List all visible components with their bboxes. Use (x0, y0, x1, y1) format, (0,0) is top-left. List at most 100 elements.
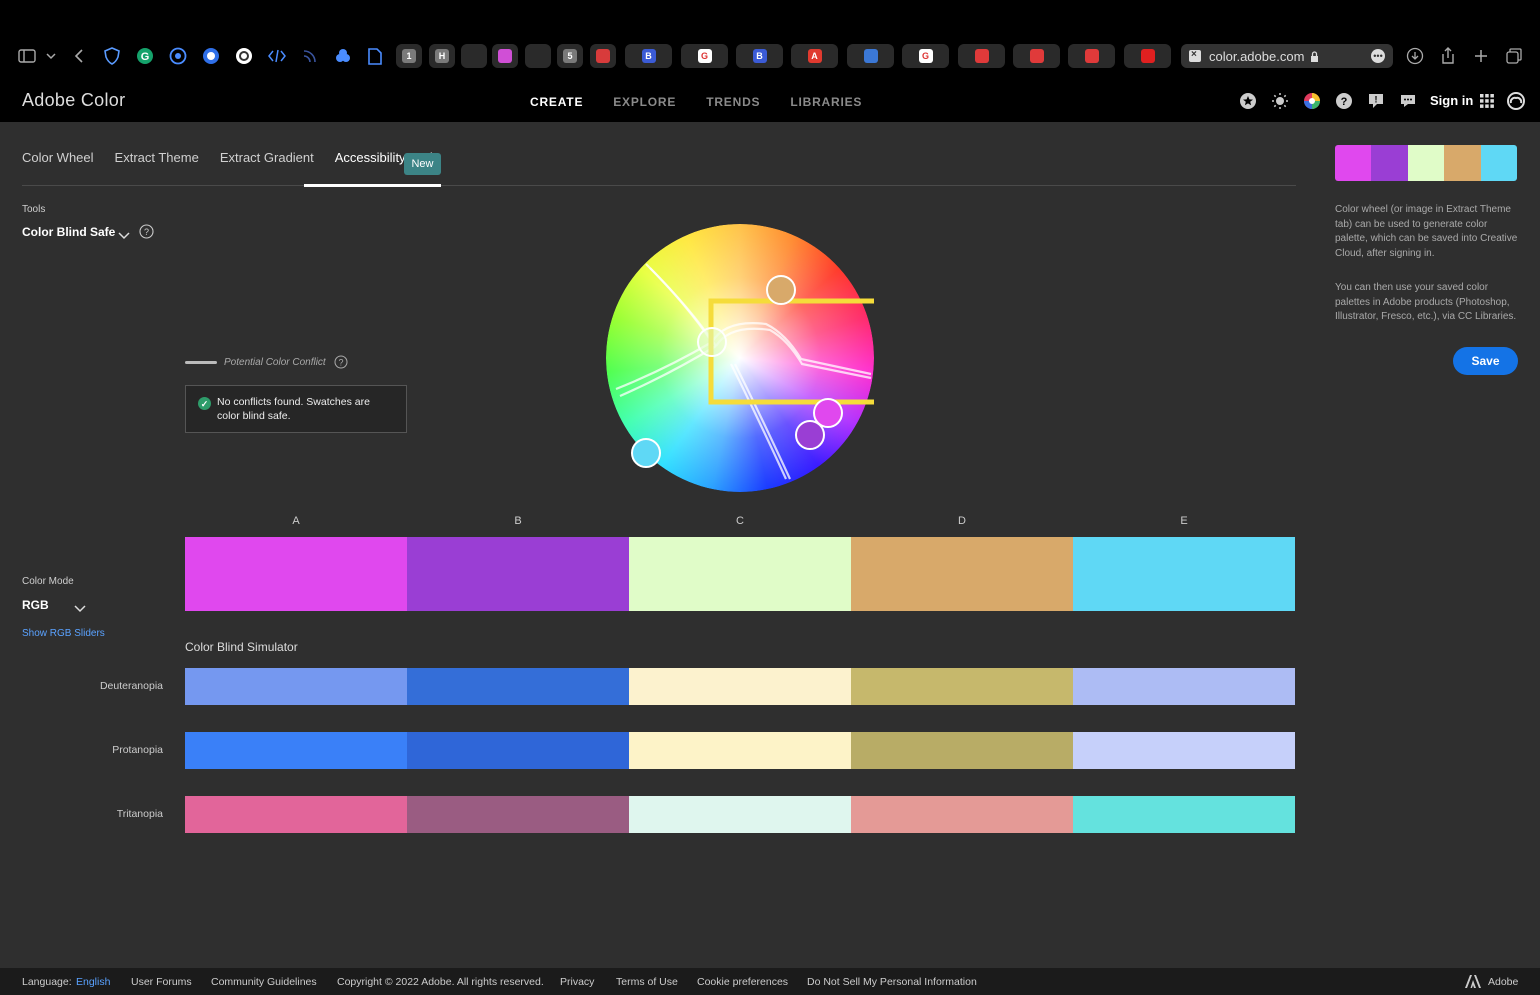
footer-link-community-guidelines[interactable]: Community Guidelines (211, 976, 317, 988)
swatch-e[interactable] (1073, 537, 1295, 611)
theme-preview[interactable] (1335, 145, 1517, 181)
browser-tab[interactable]: B (736, 44, 783, 68)
brightness-icon[interactable] (1270, 91, 1290, 111)
color-handle-b[interactable] (795, 420, 825, 450)
sim-swatch-c[interactable] (629, 668, 851, 705)
sim-swatch-c[interactable] (629, 796, 851, 833)
sim-swatch-d[interactable] (851, 668, 1073, 705)
browser-tab[interactable] (1013, 44, 1060, 68)
color-wheel-graphic[interactable] (606, 224, 886, 492)
extension-icon[interactable] (200, 45, 222, 67)
grammarly-icon[interactable]: G (134, 45, 156, 67)
color-mode-select[interactable]: RGB (22, 598, 49, 612)
tab-favicon-icon: 1 (402, 49, 416, 63)
feedback-icon[interactable]: ! (1366, 91, 1386, 111)
sim-swatch-b[interactable] (407, 796, 629, 833)
footer-link-terms[interactable]: Terms of Use (616, 976, 678, 988)
sim-swatch-a[interactable] (185, 732, 407, 769)
browser-tab[interactable] (847, 44, 894, 68)
chevron-down-icon[interactable] (118, 227, 130, 245)
footer-link-privacy[interactable]: Privacy (560, 976, 594, 988)
swatch-d[interactable] (851, 537, 1073, 611)
sim-swatch-d[interactable] (851, 796, 1073, 833)
star-icon[interactable] (1238, 91, 1258, 111)
color-wheel-icon[interactable] (1302, 91, 1322, 111)
browser-tab[interactable]: H (429, 44, 455, 68)
footer-link-do-not-sell[interactable]: Do Not Sell My Personal Information (807, 976, 977, 988)
tab-overview-icon[interactable] (1503, 45, 1525, 67)
sidebar-toggle-icon[interactable] (16, 45, 38, 67)
browser-tab[interactable] (461, 44, 487, 68)
swatch-b[interactable] (407, 537, 629, 611)
sim-swatch-e[interactable] (1073, 668, 1295, 705)
sim-swatch-b[interactable] (407, 668, 629, 705)
more-icon[interactable]: ••• (1371, 49, 1385, 63)
language-link[interactable]: English (76, 976, 110, 988)
nav-libraries[interactable]: LIBRARIES (790, 95, 862, 109)
help-icon[interactable]: ? (1334, 91, 1354, 111)
show-rgb-sliders-link[interactable]: Show RGB Sliders (22, 628, 105, 639)
chat-icon[interactable] (1398, 91, 1418, 111)
sim-swatch-d[interactable] (851, 732, 1073, 769)
tools-select[interactable]: Color Blind Safe (22, 225, 115, 239)
browser-tab[interactable]: 1 (396, 44, 422, 68)
color-handle-d[interactable] (766, 275, 796, 305)
browser-tab[interactable]: A (791, 44, 838, 68)
sim-swatch-e[interactable] (1073, 796, 1295, 833)
extension-icon[interactable] (332, 45, 354, 67)
color-wheel[interactable] (606, 224, 886, 492)
preview-swatch (1335, 145, 1372, 181)
browser-tab[interactable] (525, 44, 551, 68)
shield-icon[interactable] (101, 45, 123, 67)
code-icon[interactable] (266, 45, 288, 67)
document-icon[interactable] (364, 45, 386, 67)
browser-tab[interactable]: G (902, 44, 949, 68)
sim-swatch-c[interactable] (629, 732, 851, 769)
swatch-letter-b: B (514, 515, 522, 527)
browser-tab[interactable] (958, 44, 1005, 68)
tab-extract-theme[interactable]: Extract Theme (115, 150, 199, 179)
nav-create[interactable]: CREATE (530, 95, 583, 109)
help-icon[interactable]: ? (334, 355, 348, 369)
share-icon[interactable] (1437, 45, 1459, 67)
extension-icon[interactable] (167, 45, 189, 67)
chevron-down-icon[interactable] (40, 45, 62, 67)
apps-grid-icon[interactable] (1477, 91, 1497, 111)
browser-tab[interactable] (492, 44, 518, 68)
chevron-down-icon[interactable] (74, 600, 86, 618)
sim-label-protanopia: Protanopia (112, 744, 163, 756)
browser-tab[interactable]: 5 (557, 44, 583, 68)
nav-explore[interactable]: EXPLORE (613, 95, 676, 109)
sim-swatch-e[interactable] (1073, 732, 1295, 769)
help-icon[interactable]: ? (139, 224, 154, 244)
sign-in-link[interactable]: Sign in (1430, 93, 1473, 108)
nav-trends[interactable]: TRENDS (706, 95, 760, 109)
back-icon[interactable] (68, 45, 90, 67)
sim-swatch-a[interactable] (185, 668, 407, 705)
app-title[interactable]: Adobe Color (22, 90, 125, 111)
browser-tab[interactable] (1124, 44, 1171, 68)
tab-extract-gradient[interactable]: Extract Gradient (220, 150, 314, 179)
color-handle-c[interactable] (697, 327, 727, 357)
browser-tab[interactable]: G (681, 44, 728, 68)
browser-tab[interactable] (1068, 44, 1115, 68)
download-icon[interactable] (1404, 45, 1426, 67)
save-button[interactable]: Save (1453, 347, 1518, 375)
creative-cloud-icon[interactable] (1506, 91, 1526, 111)
tab-color-wheel[interactable]: Color Wheel (22, 150, 94, 179)
footer-link-user-forums[interactable]: User Forums (131, 976, 192, 988)
browser-tab[interactable] (590, 44, 616, 68)
footer-link-cookie-preferences[interactable]: Cookie preferences (697, 976, 788, 988)
url-bar[interactable]: × color.adobe.com ••• (1181, 44, 1393, 68)
swatch-letter-d: D (958, 515, 966, 527)
sim-swatch-b[interactable] (407, 732, 629, 769)
color-handle-e[interactable] (631, 438, 661, 468)
browser-tab[interactable]: B (625, 44, 672, 68)
swatch-a[interactable] (185, 537, 407, 611)
swatch-c[interactable] (629, 537, 851, 611)
new-tab-icon[interactable] (1470, 45, 1492, 67)
rss-icon[interactable] (299, 45, 321, 67)
tab-favicon-icon: A (807, 49, 822, 63)
sim-swatch-a[interactable] (185, 796, 407, 833)
extension-icon[interactable] (233, 45, 255, 67)
